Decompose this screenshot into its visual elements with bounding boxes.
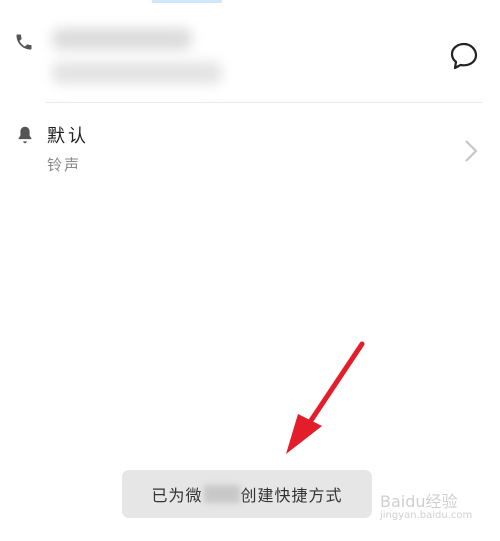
phone-number-row[interactable] [0,20,500,102]
watermark-url: jingyan.baidu.com [380,510,473,521]
annotation-arrow [286,341,365,454]
ringtone-label: 铃声 [47,156,82,174]
blurred-phone-number [52,28,192,50]
toast-suffix: 创建快捷方式 [240,486,343,505]
toast-prefix: 已为 [151,486,186,505]
ringtone-value: 默认 [47,126,89,147]
phone-icon [16,34,32,50]
toast-prefix-char: 微 [185,486,203,505]
blurred-phone-location [52,62,222,84]
blurred-contact-name [203,485,240,503]
bell-icon [18,126,32,144]
chevron-right-icon [465,140,478,162]
divider [46,102,482,103]
message-icon[interactable] [448,40,480,72]
watermark-logo: Baidu经验 jingyan.baidu.com [380,488,498,528]
tab-indicator [152,0,222,3]
ringtone-row[interactable]: 默认 铃声 [0,112,500,192]
watermark-brand: Baidu经验 [380,492,458,511]
toast-notification: 已为 微 创建快捷方式 [122,470,372,518]
